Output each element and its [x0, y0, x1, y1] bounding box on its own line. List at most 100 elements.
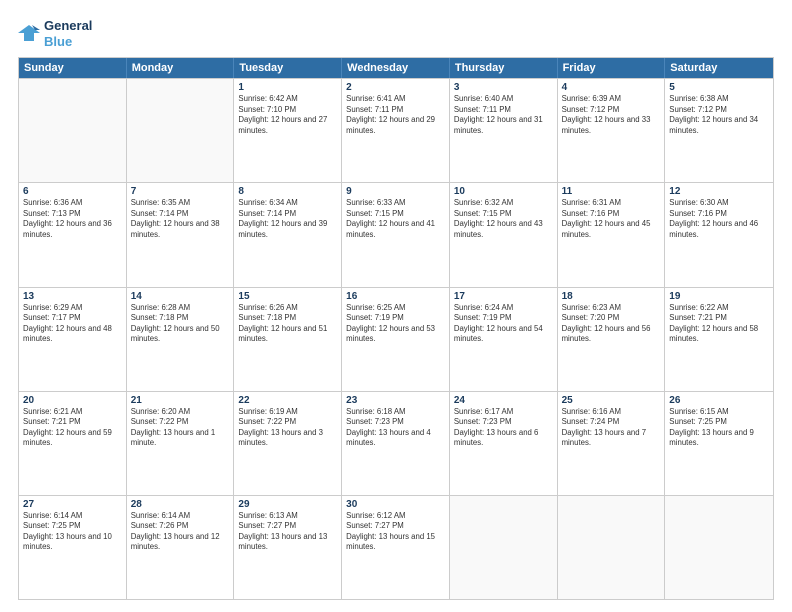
- day-number: 30: [346, 499, 445, 510]
- day-info: Sunrise: 6:17 AMSunset: 7:23 PMDaylight:…: [454, 407, 553, 449]
- day-number: 4: [562, 82, 661, 93]
- day-info: Sunrise: 6:24 AMSunset: 7:19 PMDaylight:…: [454, 303, 553, 345]
- cal-cell: 19Sunrise: 6:22 AMSunset: 7:21 PMDayligh…: [665, 288, 773, 391]
- day-info: Sunrise: 6:20 AMSunset: 7:22 PMDaylight:…: [131, 407, 230, 449]
- day-header-saturday: Saturday: [665, 58, 773, 78]
- day-info: Sunrise: 6:33 AMSunset: 7:15 PMDaylight:…: [346, 198, 445, 240]
- logo: General Blue: [18, 18, 92, 49]
- day-info: Sunrise: 6:29 AMSunset: 7:17 PMDaylight:…: [23, 303, 122, 345]
- logo-text: General Blue: [44, 18, 92, 49]
- cal-cell: 6Sunrise: 6:36 AMSunset: 7:13 PMDaylight…: [19, 183, 127, 286]
- calendar: SundayMondayTuesdayWednesdayThursdayFrid…: [18, 57, 774, 600]
- day-number: 25: [562, 395, 661, 406]
- cal-cell: 14Sunrise: 6:28 AMSunset: 7:18 PMDayligh…: [127, 288, 235, 391]
- cal-cell: 5Sunrise: 6:38 AMSunset: 7:12 PMDaylight…: [665, 79, 773, 182]
- day-number: 26: [669, 395, 769, 406]
- day-header-tuesday: Tuesday: [234, 58, 342, 78]
- day-number: 2: [346, 82, 445, 93]
- cal-cell: 25Sunrise: 6:16 AMSunset: 7:24 PMDayligh…: [558, 392, 666, 495]
- day-info: Sunrise: 6:39 AMSunset: 7:12 PMDaylight:…: [562, 94, 661, 136]
- cal-cell: [450, 496, 558, 599]
- day-info: Sunrise: 6:34 AMSunset: 7:14 PMDaylight:…: [238, 198, 337, 240]
- cal-cell: 13Sunrise: 6:29 AMSunset: 7:17 PMDayligh…: [19, 288, 127, 391]
- day-info: Sunrise: 6:42 AMSunset: 7:10 PMDaylight:…: [238, 94, 337, 136]
- cal-cell: 28Sunrise: 6:14 AMSunset: 7:26 PMDayligh…: [127, 496, 235, 599]
- cal-cell: 15Sunrise: 6:26 AMSunset: 7:18 PMDayligh…: [234, 288, 342, 391]
- day-number: 8: [238, 186, 337, 197]
- cal-cell: 22Sunrise: 6:19 AMSunset: 7:22 PMDayligh…: [234, 392, 342, 495]
- day-number: 29: [238, 499, 337, 510]
- day-number: 7: [131, 186, 230, 197]
- cal-cell: 8Sunrise: 6:34 AMSunset: 7:14 PMDaylight…: [234, 183, 342, 286]
- day-header-friday: Friday: [558, 58, 666, 78]
- cal-cell: 9Sunrise: 6:33 AMSunset: 7:15 PMDaylight…: [342, 183, 450, 286]
- day-info: Sunrise: 6:23 AMSunset: 7:20 PMDaylight:…: [562, 303, 661, 345]
- cal-cell: [665, 496, 773, 599]
- cal-cell: 29Sunrise: 6:13 AMSunset: 7:27 PMDayligh…: [234, 496, 342, 599]
- day-number: 10: [454, 186, 553, 197]
- day-number: 24: [454, 395, 553, 406]
- day-info: Sunrise: 6:35 AMSunset: 7:14 PMDaylight:…: [131, 198, 230, 240]
- week-row-1: 1Sunrise: 6:42 AMSunset: 7:10 PMDaylight…: [19, 78, 773, 182]
- day-info: Sunrise: 6:15 AMSunset: 7:25 PMDaylight:…: [669, 407, 769, 449]
- day-number: 12: [669, 186, 769, 197]
- day-info: Sunrise: 6:28 AMSunset: 7:18 PMDaylight:…: [131, 303, 230, 345]
- day-number: 17: [454, 291, 553, 302]
- cal-cell: 16Sunrise: 6:25 AMSunset: 7:19 PMDayligh…: [342, 288, 450, 391]
- cal-cell: 17Sunrise: 6:24 AMSunset: 7:19 PMDayligh…: [450, 288, 558, 391]
- cal-cell: 26Sunrise: 6:15 AMSunset: 7:25 PMDayligh…: [665, 392, 773, 495]
- day-number: 21: [131, 395, 230, 406]
- day-number: 9: [346, 186, 445, 197]
- logo-bird-icon: [18, 23, 40, 45]
- header: General Blue: [18, 18, 774, 49]
- day-info: Sunrise: 6:21 AMSunset: 7:21 PMDaylight:…: [23, 407, 122, 449]
- day-number: 22: [238, 395, 337, 406]
- cal-cell: 23Sunrise: 6:18 AMSunset: 7:23 PMDayligh…: [342, 392, 450, 495]
- cal-cell: 2Sunrise: 6:41 AMSunset: 7:11 PMDaylight…: [342, 79, 450, 182]
- day-number: 3: [454, 82, 553, 93]
- day-info: Sunrise: 6:32 AMSunset: 7:15 PMDaylight:…: [454, 198, 553, 240]
- day-number: 14: [131, 291, 230, 302]
- cal-cell: 12Sunrise: 6:30 AMSunset: 7:16 PMDayligh…: [665, 183, 773, 286]
- cal-cell: 24Sunrise: 6:17 AMSunset: 7:23 PMDayligh…: [450, 392, 558, 495]
- calendar-header-row: SundayMondayTuesdayWednesdayThursdayFrid…: [19, 58, 773, 78]
- day-number: 11: [562, 186, 661, 197]
- day-info: Sunrise: 6:14 AMSunset: 7:26 PMDaylight:…: [131, 511, 230, 553]
- day-info: Sunrise: 6:14 AMSunset: 7:25 PMDaylight:…: [23, 511, 122, 553]
- day-number: 23: [346, 395, 445, 406]
- day-number: 15: [238, 291, 337, 302]
- day-info: Sunrise: 6:22 AMSunset: 7:21 PMDaylight:…: [669, 303, 769, 345]
- day-header-sunday: Sunday: [19, 58, 127, 78]
- day-info: Sunrise: 6:38 AMSunset: 7:12 PMDaylight:…: [669, 94, 769, 136]
- day-info: Sunrise: 6:19 AMSunset: 7:22 PMDaylight:…: [238, 407, 337, 449]
- cal-cell: 20Sunrise: 6:21 AMSunset: 7:21 PMDayligh…: [19, 392, 127, 495]
- week-row-4: 20Sunrise: 6:21 AMSunset: 7:21 PMDayligh…: [19, 391, 773, 495]
- week-row-5: 27Sunrise: 6:14 AMSunset: 7:25 PMDayligh…: [19, 495, 773, 599]
- cal-cell: 30Sunrise: 6:12 AMSunset: 7:27 PMDayligh…: [342, 496, 450, 599]
- day-number: 5: [669, 82, 769, 93]
- day-header-wednesday: Wednesday: [342, 58, 450, 78]
- cal-cell: 21Sunrise: 6:20 AMSunset: 7:22 PMDayligh…: [127, 392, 235, 495]
- week-row-3: 13Sunrise: 6:29 AMSunset: 7:17 PMDayligh…: [19, 287, 773, 391]
- day-info: Sunrise: 6:13 AMSunset: 7:27 PMDaylight:…: [238, 511, 337, 553]
- cal-cell: [19, 79, 127, 182]
- day-number: 6: [23, 186, 122, 197]
- day-info: Sunrise: 6:26 AMSunset: 7:18 PMDaylight:…: [238, 303, 337, 345]
- week-row-2: 6Sunrise: 6:36 AMSunset: 7:13 PMDaylight…: [19, 182, 773, 286]
- cal-cell: 1Sunrise: 6:42 AMSunset: 7:10 PMDaylight…: [234, 79, 342, 182]
- day-number: 13: [23, 291, 122, 302]
- day-info: Sunrise: 6:25 AMSunset: 7:19 PMDaylight:…: [346, 303, 445, 345]
- day-info: Sunrise: 6:16 AMSunset: 7:24 PMDaylight:…: [562, 407, 661, 449]
- cal-cell: 18Sunrise: 6:23 AMSunset: 7:20 PMDayligh…: [558, 288, 666, 391]
- day-info: Sunrise: 6:30 AMSunset: 7:16 PMDaylight:…: [669, 198, 769, 240]
- cal-cell: 11Sunrise: 6:31 AMSunset: 7:16 PMDayligh…: [558, 183, 666, 286]
- day-header-thursday: Thursday: [450, 58, 558, 78]
- cal-cell: 7Sunrise: 6:35 AMSunset: 7:14 PMDaylight…: [127, 183, 235, 286]
- day-number: 18: [562, 291, 661, 302]
- cal-cell: 3Sunrise: 6:40 AMSunset: 7:11 PMDaylight…: [450, 79, 558, 182]
- day-info: Sunrise: 6:41 AMSunset: 7:11 PMDaylight:…: [346, 94, 445, 136]
- day-info: Sunrise: 6:12 AMSunset: 7:27 PMDaylight:…: [346, 511, 445, 553]
- day-number: 19: [669, 291, 769, 302]
- page: General Blue SundayMondayTuesdayWednesda…: [0, 0, 792, 612]
- cal-cell: [127, 79, 235, 182]
